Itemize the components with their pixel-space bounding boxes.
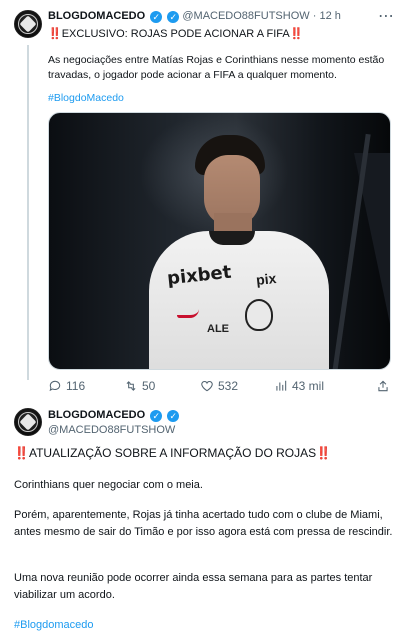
- player-collar: [209, 231, 255, 245]
- like-action[interactable]: 532: [200, 379, 238, 393]
- avatar[interactable]: [14, 10, 42, 38]
- paragraph-3: Uma nova reunião pode ocorrer ainda essa…: [14, 572, 373, 601]
- like-count: 532: [218, 379, 239, 393]
- title-text: ATUALIZAÇÃO SOBRE A INFORMAÇÃO DO ROJAS: [28, 446, 317, 460]
- tweet-body: As negociações entre Matías Rojas e Cori…: [48, 54, 385, 81]
- tweet-header: BLOGDOMACEDO ✓ ✓: [48, 409, 180, 422]
- hashtag-link[interactable]: #Blogdomacedo: [14, 619, 94, 631]
- tweet-header: BLOGDOMACEDO ✓ ✓ @MACEDO88FUTSHOW · 12 h: [48, 10, 341, 23]
- handle[interactable]: @MACEDO88FUTSHOW: [182, 10, 309, 22]
- views-action[interactable]: 43 mil: [274, 379, 324, 393]
- verified-check-icon: ✓: [167, 11, 180, 23]
- heart-icon: [201, 381, 213, 392]
- display-name[interactable]: BLOGDOMACEDO: [48, 409, 145, 421]
- double-exclamation-icon: ‼️: [289, 28, 304, 40]
- hashtag-link[interactable]: #BlogdoMacedo: [48, 92, 124, 104]
- views-count: 43 mil: [292, 379, 325, 393]
- more-options-icon[interactable]: ⋯: [378, 6, 394, 26]
- thread-connector-line: [27, 45, 29, 380]
- double-exclamation-icon: ‼️: [316, 446, 332, 460]
- reply-icon: [49, 380, 61, 392]
- retweet-icon: [126, 381, 136, 391]
- display-name[interactable]: BLOGDOMACEDO: [48, 10, 145, 22]
- timestamp[interactable]: 12 h: [319, 10, 340, 22]
- reply-count: 116: [66, 379, 86, 393]
- share-action[interactable]: [376, 379, 390, 393]
- jersey-lettering: ALE: [207, 323, 229, 335]
- paragraph-2: Porém, aparentemente, Rojas já tinha ace…: [14, 509, 393, 538]
- paragraph-1: Corinthians quer negociar com o meia.: [14, 479, 203, 491]
- views-chart-icon: [276, 380, 287, 391]
- tweet-photo[interactable]: pixbet pix ALE: [48, 112, 391, 370]
- tweet-headline: ‼️EXCLUSIVO: ROJAS PODE ACIONAR A FIFA‼️: [48, 27, 303, 40]
- verified-badge-icon: ✓: [150, 410, 163, 422]
- player-jersey: [149, 231, 329, 369]
- jersey-sleeve-text: pix: [255, 269, 278, 289]
- verified-check-icon: ✓: [167, 410, 180, 422]
- verified-badge-icon: ✓: [150, 11, 163, 23]
- tweet-title: ‼️ATUALIZAÇÃO SOBRE A INFORMAÇÃO DO ROJA…: [14, 446, 331, 460]
- club-crest-icon: [245, 299, 273, 331]
- reply-action[interactable]: 116: [48, 379, 85, 393]
- retweet-action[interactable]: 50: [124, 379, 155, 393]
- handle[interactable]: @MACEDO88FUTSHOW: [48, 424, 175, 436]
- separator-dot: ·: [312, 10, 317, 22]
- double-exclamation-icon: ‼️: [14, 446, 29, 460]
- retweet-count: 50: [142, 379, 156, 393]
- double-exclamation-icon: ‼️: [48, 28, 62, 40]
- avatar[interactable]: [14, 408, 42, 436]
- share-icon: [378, 380, 388, 392]
- headline-text: EXCLUSIVO: ROJAS PODE ACIONAR A FIFA: [61, 28, 290, 40]
